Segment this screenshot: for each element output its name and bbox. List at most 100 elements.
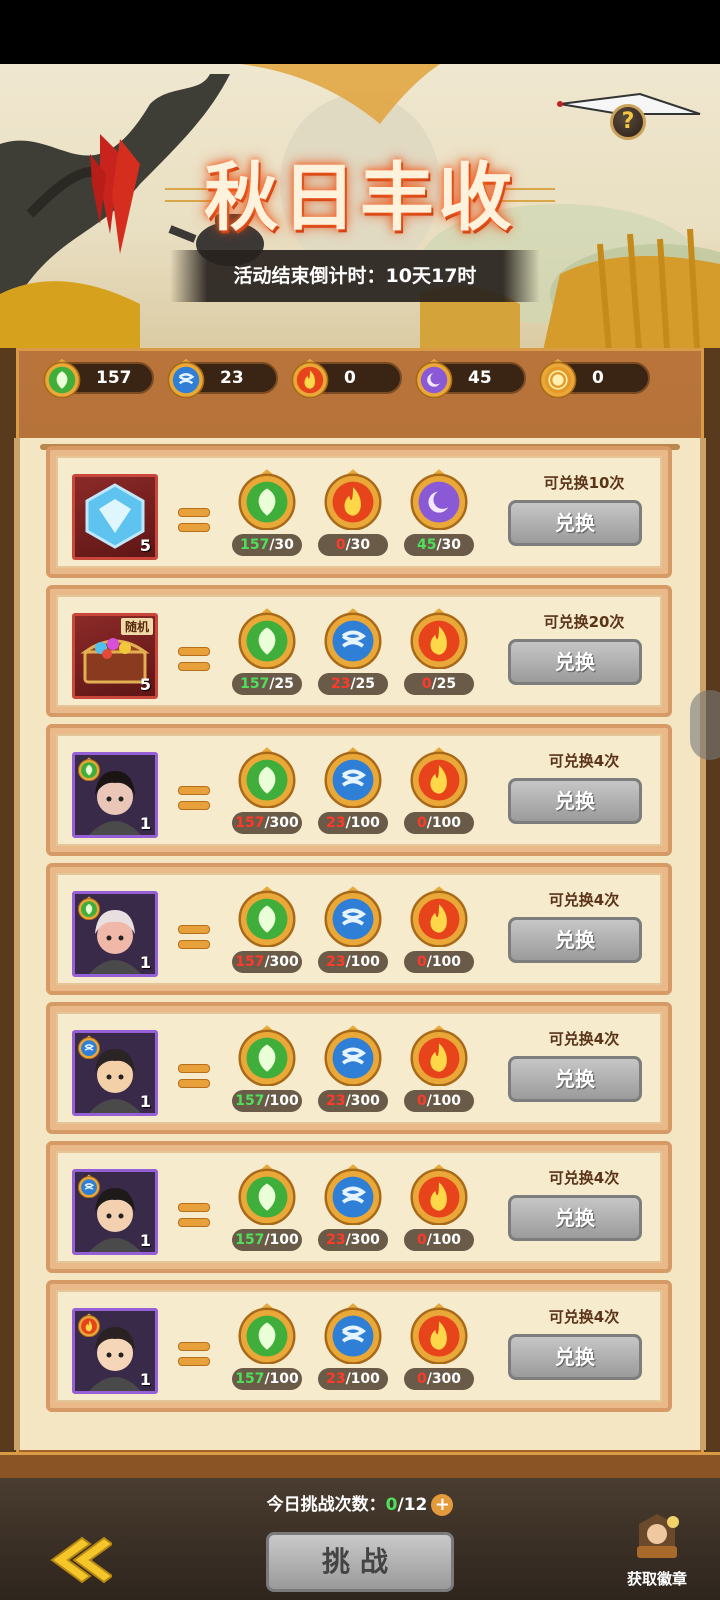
- cost-leaf: 157/30: [230, 468, 304, 556]
- exchange-button[interactable]: 兑换: [508, 917, 642, 963]
- cost-need: /100: [345, 954, 380, 970]
- exchange-row: 1 157/100 23/300 0/100 可兑换4次 兑换: [46, 1141, 672, 1273]
- cost-have: 157: [235, 1232, 265, 1248]
- currency-amount: 0: [592, 368, 604, 388]
- cost-have: 23: [326, 815, 346, 831]
- reward-count: 1: [139, 1231, 151, 1250]
- exchange-button[interactable]: 兑换: [508, 500, 642, 546]
- fire-token-icon: [290, 358, 330, 402]
- reward-item[interactable]: 1: [72, 1308, 158, 1394]
- cost-progress: 157/300: [232, 812, 302, 834]
- cost-need: /300: [264, 954, 299, 970]
- reward-item[interactable]: 1: [72, 752, 158, 838]
- cost-have: 157: [235, 1093, 265, 1109]
- exchange-button[interactable]: 兑换: [508, 1334, 642, 1380]
- cost-moon: 45/30: [402, 468, 476, 556]
- cost-need: /30: [345, 537, 371, 553]
- currency-purple: 45: [415, 358, 526, 399]
- exchange-button[interactable]: 兑换: [508, 1195, 642, 1241]
- reward-item[interactable]: 1: [72, 1030, 158, 1116]
- currency-gold: 0: [539, 358, 650, 399]
- challenge-count-label: 今日挑战次数：: [266, 1495, 386, 1515]
- cost-progress: 157/100: [232, 1229, 302, 1251]
- water-token-icon: [322, 746, 384, 809]
- exchange-row: 1 157/300 23/100 0/100 可兑换4次 兑换: [46, 863, 672, 995]
- cost-have: 157: [240, 676, 270, 692]
- exchange-limit: 可兑换4次: [548, 1308, 620, 1326]
- cost-leaf: 157/100: [230, 1302, 304, 1390]
- leaf-token-icon: [42, 358, 82, 402]
- cost-have: 0: [416, 1371, 427, 1387]
- exchange-row: 1 157/100 23/300 0/100 可兑换4次 兑换: [46, 1002, 672, 1134]
- exchange-limit: 可兑换10次: [543, 474, 625, 492]
- daily-challenge-count: 今日挑战次数：0/12 +: [0, 1490, 720, 1516]
- reward-count: 1: [139, 953, 151, 972]
- cost-need: /100: [264, 1232, 299, 1248]
- event-countdown: 活动结束倒计时：10天17时: [170, 250, 540, 302]
- cost-need: /100: [426, 1093, 462, 1109]
- cost-progress: 23/100: [318, 1368, 388, 1390]
- side-drawer-handle[interactable]: [690, 690, 720, 760]
- cost-progress: 0/100: [404, 1229, 474, 1251]
- cost-fire: 0/300: [402, 1302, 476, 1390]
- reward-item[interactable]: 随机 5: [72, 613, 158, 699]
- cost-have: 0: [335, 537, 346, 553]
- back-arrow-icon[interactable]: [42, 1530, 112, 1590]
- leaf-token-icon: [236, 468, 298, 531]
- reward-item[interactable]: 1: [72, 891, 158, 977]
- leaf-token-icon: [236, 1163, 298, 1226]
- cost-leaf: 157/100: [230, 1163, 304, 1251]
- cost-fire: 0/30: [316, 468, 390, 556]
- cost-progress: 157/100: [232, 1090, 302, 1112]
- equals-icon: [178, 925, 210, 955]
- cost-need: /300: [264, 815, 299, 831]
- exchange-limit: 可兑换20次: [543, 613, 625, 631]
- cost-progress: 0/300: [404, 1368, 474, 1390]
- exchange-limit: 可兑换4次: [548, 891, 620, 909]
- equals-icon: [178, 647, 210, 677]
- reward-item[interactable]: 1: [72, 1169, 158, 1255]
- reward-count: 1: [139, 1092, 151, 1111]
- cost-need: /30: [269, 537, 294, 553]
- add-challenge-button[interactable]: +: [431, 1494, 454, 1516]
- moon-token-icon: [408, 468, 470, 531]
- water-token-icon: [322, 1163, 384, 1226]
- water-token-icon: [322, 885, 384, 948]
- cost-need: /100: [426, 815, 462, 831]
- random-tag: 随机: [120, 618, 153, 635]
- fire-token-icon: [408, 1163, 470, 1226]
- currency-red: 0: [291, 358, 402, 399]
- fire-token-icon: [408, 885, 470, 948]
- leaf-element-badge-icon: [77, 757, 101, 785]
- leaf-element-badge-icon: [77, 896, 101, 924]
- exchange-row: 随机 5 157/25 23/25 0/25 可兑换20次 兑换: [46, 585, 672, 717]
- cost-have: 0: [416, 815, 427, 831]
- water-token-icon: [166, 358, 206, 402]
- challenge-button[interactable]: 挑战: [266, 1532, 454, 1592]
- exchange-button[interactable]: 兑换: [508, 778, 642, 824]
- help-button[interactable]: ?: [610, 104, 646, 140]
- equals-icon: [178, 1203, 210, 1233]
- exchange-button[interactable]: 兑换: [508, 639, 642, 685]
- reward-count: 1: [139, 814, 151, 833]
- cost-have: 23: [330, 676, 351, 692]
- reward-item[interactable]: 5: [72, 474, 158, 560]
- cost-leaf: 157/25: [230, 607, 304, 695]
- cost-need: /300: [345, 1232, 380, 1248]
- cost-progress: 0/30: [318, 534, 388, 556]
- cost-fire: 0/100: [402, 746, 476, 834]
- leaf-token-icon: [236, 1302, 298, 1365]
- fire-token-icon: [322, 468, 384, 531]
- cost-have: 157: [235, 954, 265, 970]
- exchange-button[interactable]: 兑换: [508, 1056, 642, 1102]
- currency-amount: 23: [220, 368, 244, 388]
- exchange-limit: 可兑换4次: [548, 1030, 620, 1048]
- cost-water: 23/100: [316, 885, 390, 973]
- cost-need: /100: [264, 1093, 299, 1109]
- get-badge-button[interactable]: 获取徽章: [614, 1512, 700, 1589]
- cost-need: /25: [269, 676, 294, 692]
- question-icon: ?: [621, 109, 635, 134]
- challenge-total: /12: [397, 1495, 428, 1515]
- cost-progress: 23/100: [318, 812, 388, 834]
- cost-water: 23/300: [316, 1024, 390, 1112]
